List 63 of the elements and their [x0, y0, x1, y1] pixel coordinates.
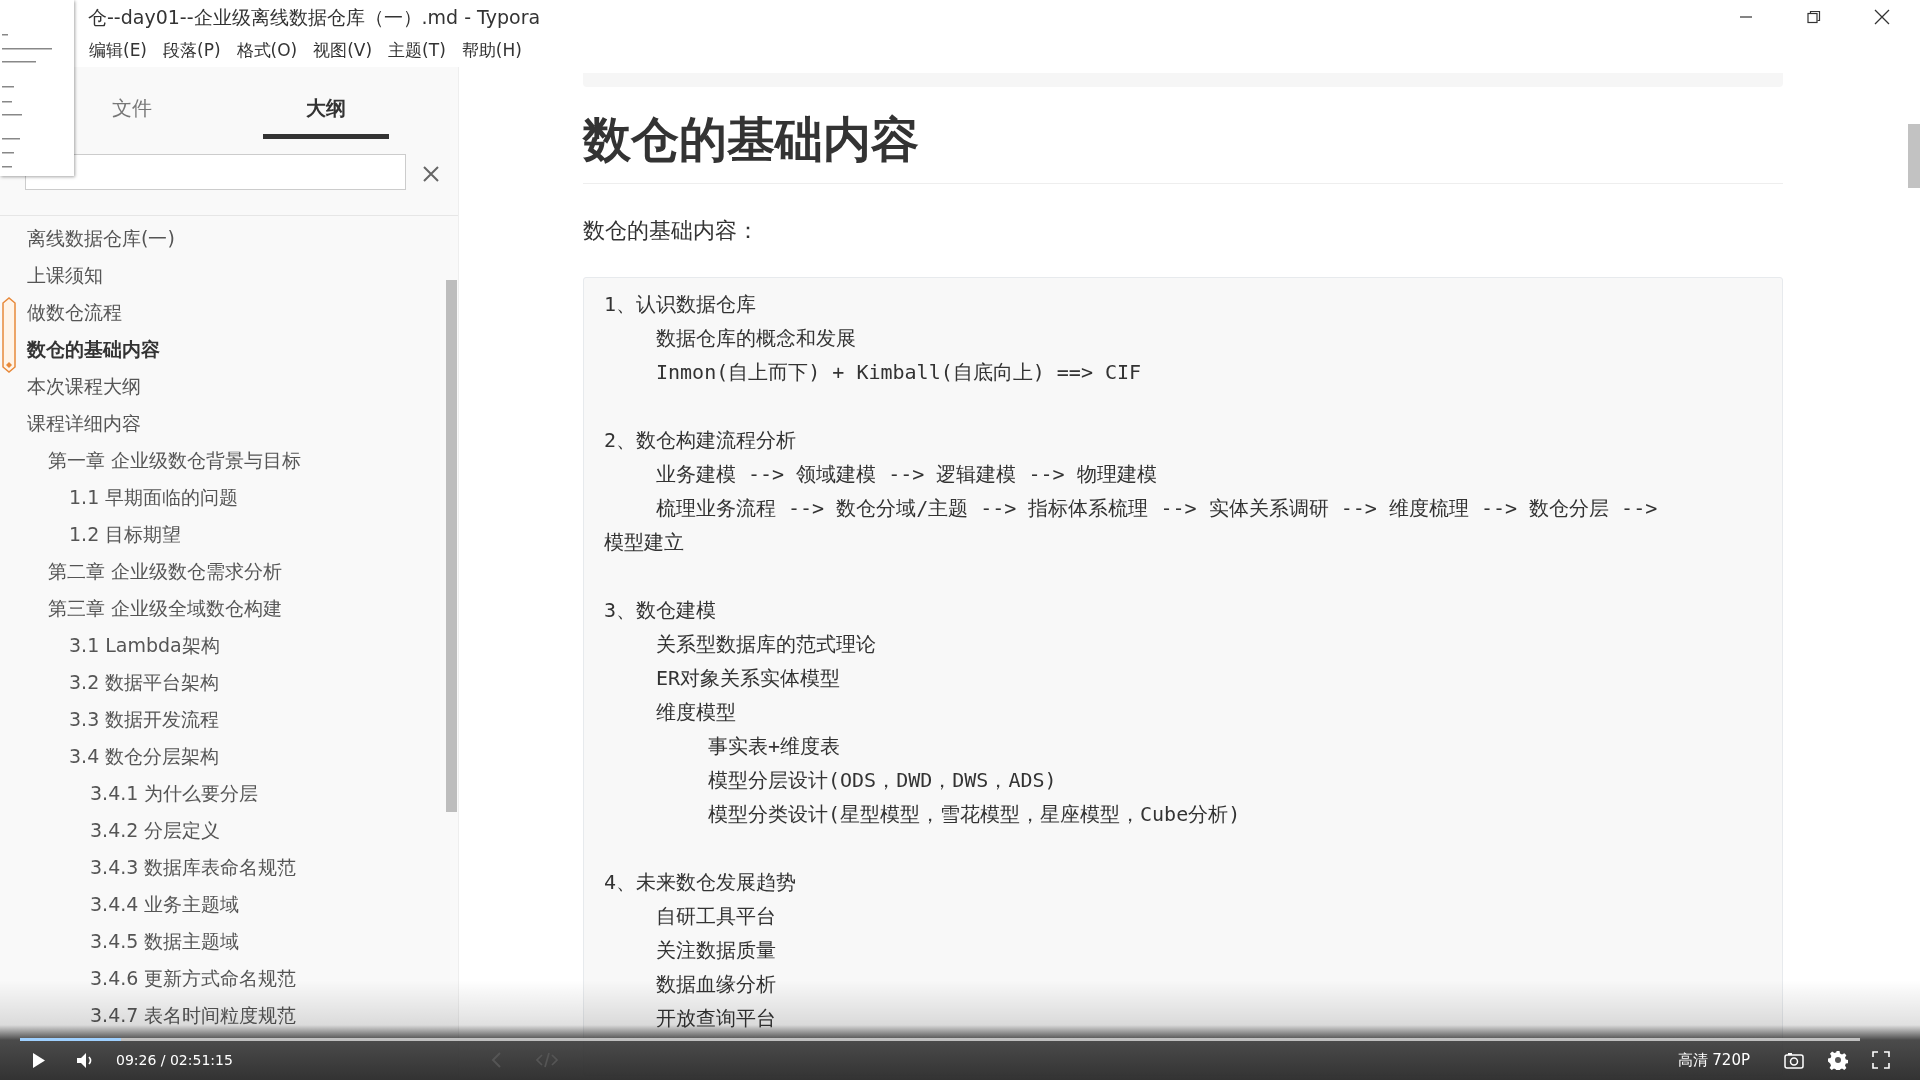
code-line: 3、数仓建模 [604, 596, 718, 624]
outline-item[interactable]: 第一章 企业级数仓背景与目标 [48, 446, 302, 475]
play-icon[interactable] [32, 1051, 46, 1069]
outline-item[interactable]: 第三章 企业级全域数仓构建 [48, 594, 283, 623]
settings-icon[interactable] [1828, 1050, 1848, 1070]
restore-icon[interactable] [1807, 10, 1821, 24]
sidebar-tab[interactable]: 大纲 [263, 83, 389, 139]
camera-icon[interactable] [1784, 1051, 1804, 1069]
outline-item[interactable]: 上课须知 [27, 261, 103, 290]
outline-item[interactable]: 3.3 数据开发流程 [69, 705, 220, 734]
menu-item[interactable]: 编辑(E) [82, 35, 154, 66]
code-line: 开放查询平台 [655, 1004, 777, 1032]
paragraph-text: 数仓的基础内容： [583, 216, 760, 245]
code-line: 事实表+维度表 [707, 732, 842, 760]
menu-item[interactable]: 格式(O) [229, 35, 305, 66]
menu-item[interactable]: 帮助(H) [454, 35, 529, 66]
outline-item[interactable]: 3.4.2 分层定义 [90, 816, 221, 845]
code-line: 梳理业务流程 --> 数仓分域/主题 --> 指标体系梳理 --> 实体关系调研 --> 维度梳理 --> 数仓分层 --> 模型建立 [604, 494, 1659, 556]
code-line: 维度模型 [655, 698, 737, 726]
outline-item[interactable]: 3.4.6 更新方式命名规范 [90, 964, 297, 993]
sidebar-tab[interactable]: 文件 [82, 83, 182, 139]
code-line: 4、未来数仓发展趋势 [604, 868, 798, 896]
code-line: 模型分类设计(星型模型，雪花模型，星座模型，Cube分析) [707, 800, 1242, 828]
outline-item[interactable]: 做数仓流程 [27, 298, 122, 327]
bookmark-handle-icon[interactable] [2, 297, 16, 373]
outline-item[interactable]: 课程详细内容 [27, 409, 141, 438]
scrollbar-thumb[interactable] [446, 280, 457, 812]
code-line: Inmon(自上而下) + Kimball(自底向上) ==> CIF [655, 358, 1143, 386]
outline-search-field[interactable] [25, 154, 406, 190]
outline-item[interactable]: 3.4.3 数据库表命名规范 [90, 853, 297, 882]
menu-item[interactable]: 主题(T) [381, 35, 453, 66]
outline-item[interactable]: 本次课程大纲 [27, 372, 141, 401]
outline-item[interactable]: 1.2 目标期望 [69, 520, 182, 549]
code-line: 1、认识数据仓库 [604, 290, 758, 318]
close-icon[interactable] [1874, 9, 1890, 25]
outline-item[interactable]: 3.2 数据平台架构 [69, 668, 220, 697]
outline-item[interactable]: 数仓的基础内容 [27, 335, 160, 364]
code-line: 关系型数据库的范式理论 [655, 630, 877, 658]
outline-item[interactable]: 3.4.7 表名时间粒度规范 [90, 1001, 297, 1030]
outline-item[interactable]: 3.1 Lambda架构 [69, 631, 220, 660]
quality-button[interactable]: 高清 720P [1671, 1047, 1756, 1073]
code-line: 关注数据质量 [655, 936, 777, 964]
window-title: 仓--day01--企业级离线数据仓库（一）.md - Typora [87, 5, 541, 30]
outline-item[interactable]: 第二章 企业级数仓需求分析 [48, 557, 283, 586]
fullscreen-icon[interactable] [1872, 1051, 1890, 1069]
outline-item[interactable]: 3.4.4 业务主题域 [90, 890, 240, 919]
code-line: ER对象关系实体模型 [655, 664, 842, 692]
code-line: 自研工具平台 [655, 902, 777, 930]
code-line: 2、数仓构建流程分析 [604, 426, 798, 454]
menu-item[interactable]: 段落(P) [156, 35, 228, 66]
document-heading: 数仓的基础内容 [583, 111, 1783, 184]
outline-item[interactable]: 离线数据仓库(一) [27, 224, 175, 253]
outline-item[interactable]: 3.4.1 为什么要分层 [90, 779, 259, 808]
menu-item[interactable]: 视图(V) [306, 35, 380, 66]
code-line: 业务建模 --> 领域建模 --> 逻辑建模 --> 物理建模 [655, 460, 1158, 488]
outline-item[interactable]: 1.1 早期面临的问题 [69, 483, 239, 512]
playback-time: 09:26 / 02:51:15 [116, 1050, 233, 1070]
scrollbar-thumb[interactable] [1908, 124, 1920, 188]
code-line: 数据仓库的概念和发展 [655, 324, 857, 352]
code-line: 数据血缘分析 [655, 970, 777, 998]
code-line: 模型分层设计(ODS，DWD，DWS，ADS) [707, 766, 1058, 794]
outline-item[interactable]: 3.4 数仓分层架构 [69, 742, 220, 771]
outline-item[interactable]: 3.4.5 数据主题域 [90, 927, 240, 956]
